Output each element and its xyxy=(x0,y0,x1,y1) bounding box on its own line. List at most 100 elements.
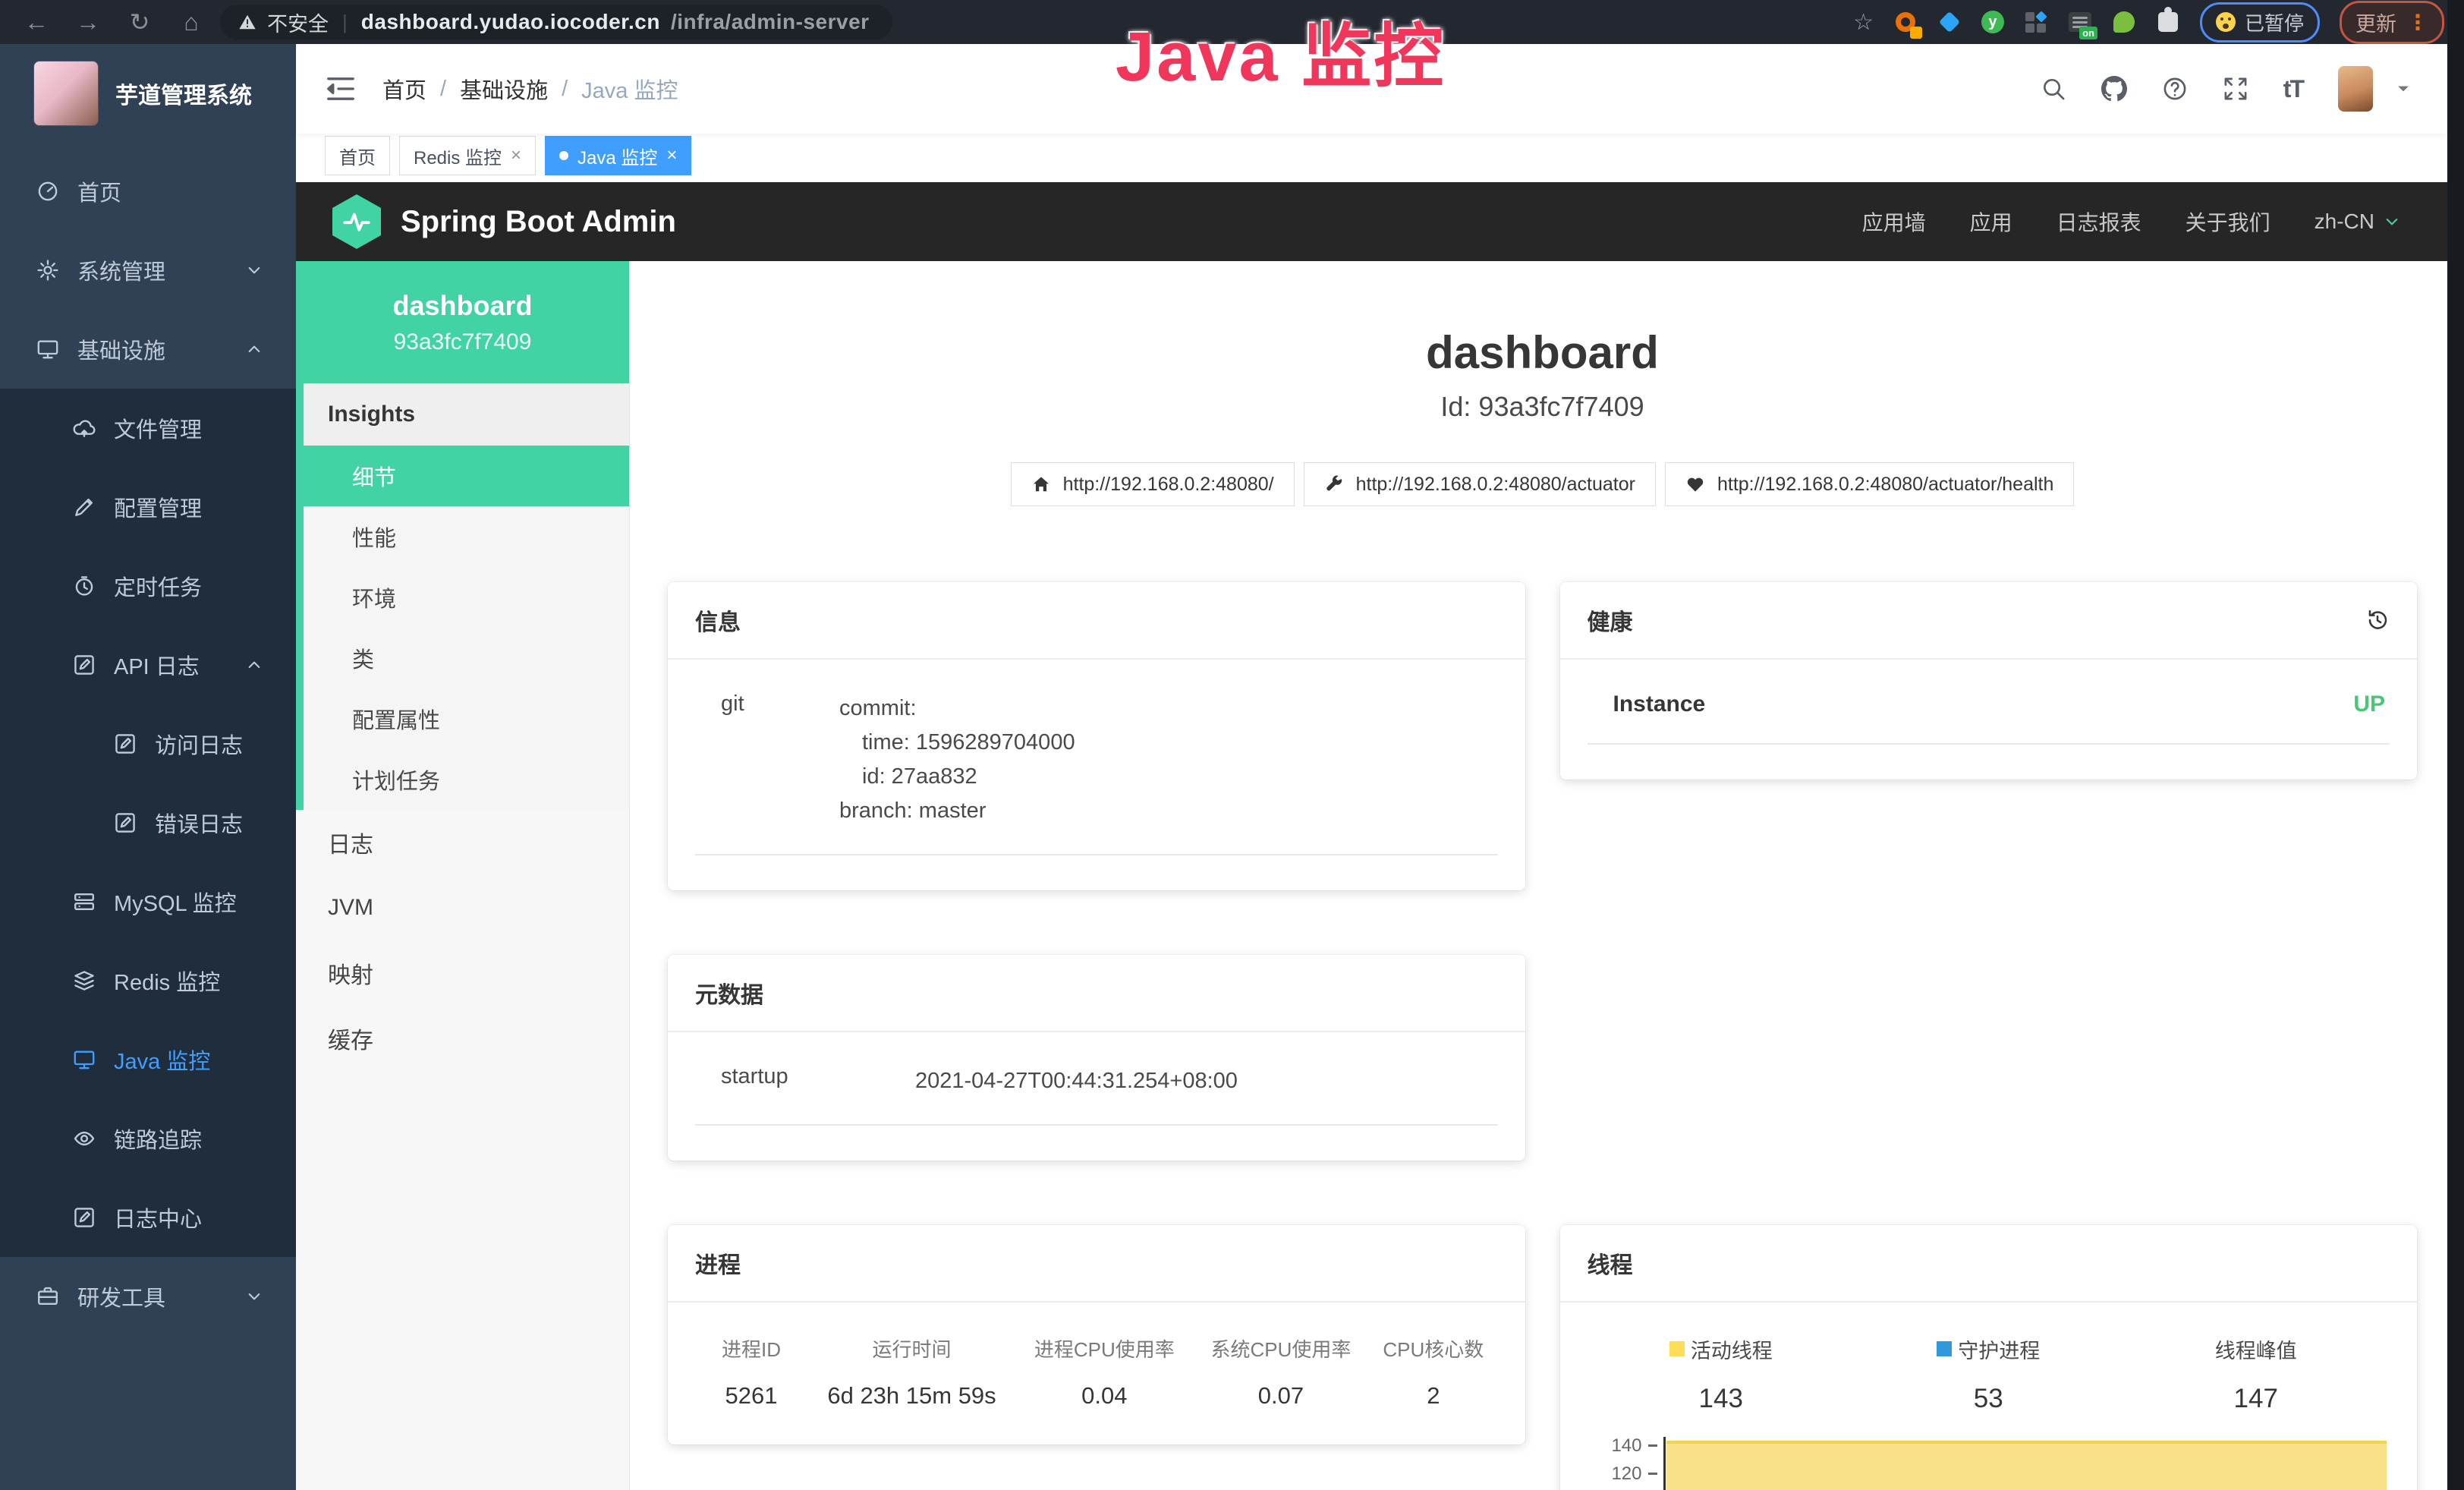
sidebar-item-基础设施[interactable]: 基础设施 xyxy=(0,310,296,389)
update-label: 更新 xyxy=(2355,8,2396,37)
window-scrollbar-strip[interactable] xyxy=(2447,0,2464,1490)
sba-menu-类[interactable]: 类 xyxy=(304,628,629,688)
sidebar-item-Redis-监控[interactable]: Redis 监控 xyxy=(0,941,296,1020)
address-bar[interactable]: 不安全 | dashboard.yudao.iocoder.cn/infra/a… xyxy=(220,5,892,39)
sba-menu-配置属性[interactable]: 配置属性 xyxy=(304,688,629,749)
browser-home-icon[interactable]: ⌂ xyxy=(176,8,206,36)
endpoint-link[interactable]: http://192.168.0.2:48080/ xyxy=(1011,462,1295,506)
sba-content: dashboard Id: 93a3fc7f7409 http://192.16… xyxy=(630,261,2447,1490)
tab-Java-监控[interactable]: Java 监控× xyxy=(545,136,691,175)
sidebar-item-配置管理[interactable]: 配置管理 xyxy=(0,468,296,547)
browser-back-icon[interactable]: ← xyxy=(21,8,52,36)
sba-instance-block[interactable]: dashboard 93a3fc7f7409 xyxy=(296,261,629,383)
git-line: id: 27aa832 xyxy=(839,760,1498,794)
cards-grid: 信息 git commit:time: 1596289704000id: 27a… xyxy=(668,582,2417,1490)
legend-value: 147 xyxy=(2123,1384,2390,1414)
sidebar-item-label: 首页 xyxy=(77,175,121,207)
home-icon xyxy=(1031,474,1051,494)
update-button[interactable]: 更新 ⋮ xyxy=(2340,1,2444,44)
search-icon[interactable] xyxy=(2041,76,2066,102)
breadcrumb-item[interactable]: 首页 xyxy=(382,73,426,105)
sidebar-item-访问日志[interactable]: 访问日志 xyxy=(0,704,296,783)
endpoint-link[interactable]: http://192.168.0.2:48080/actuator xyxy=(1304,462,1656,506)
sidebar-item-文件管理[interactable]: 文件管理 xyxy=(0,389,296,468)
monitor-icon xyxy=(36,338,59,361)
sba-menu-性能[interactable]: 性能 xyxy=(304,506,629,567)
health-card-body: Instance UP xyxy=(1560,660,2418,780)
sidebar-item-MySQL-监控[interactable]: MySQL 监控 xyxy=(0,862,296,941)
process-col-header: 进程ID xyxy=(695,1334,807,1362)
sba-menu-日志[interactable]: 日志 xyxy=(296,810,629,875)
gauge-icon xyxy=(36,180,59,203)
tab-Redis-监控[interactable]: Redis 监控× xyxy=(399,136,536,175)
close-icon[interactable]: × xyxy=(666,145,677,166)
extension-pin-icon[interactable] xyxy=(1937,10,1962,34)
process-col-value: 2 xyxy=(1369,1382,1497,1410)
process-card-body: 进程ID运行时间进程CPU使用率系统CPU使用率CPU核心数52616d 23h… xyxy=(668,1303,1525,1444)
startup-value: 2021-04-27T00:44:31.254+08:00 xyxy=(915,1064,1498,1098)
avatar[interactable] xyxy=(2338,66,2373,112)
browser-reload-icon[interactable]: ↻ xyxy=(124,8,155,36)
endpoint-url: http://192.168.0.2:48080/ xyxy=(1063,474,1274,496)
github-icon[interactable] xyxy=(2101,76,2127,102)
close-icon[interactable]: × xyxy=(511,145,521,166)
fullscreen-icon[interactable] xyxy=(2223,76,2248,102)
extension-list-icon[interactable]: on xyxy=(2068,10,2092,34)
extension-leaf-icon[interactable] xyxy=(2112,10,2136,34)
help-icon[interactable] xyxy=(2162,76,2188,102)
sidebar-item-Java-监控[interactable]: Java 监控 xyxy=(0,1020,296,1099)
sidebar-item-日志中心[interactable]: 日志中心 xyxy=(0,1178,296,1257)
health-card: 健康 Instance UP xyxy=(1560,582,2418,780)
sidebar-item-系统管理[interactable]: 系统管理 xyxy=(0,231,296,310)
active-tab-dot xyxy=(559,151,568,160)
sba-menu-细节[interactable]: 细节 xyxy=(304,446,629,506)
page-subtitle: Id: 93a3fc7f7409 xyxy=(668,391,2417,423)
bookmark-star-icon[interactable]: ☆ xyxy=(1853,9,1874,36)
sba-menu-缓存[interactable]: 缓存 xyxy=(296,1006,629,1071)
process-col-header: 运行时间 xyxy=(807,1334,1016,1362)
extension-y-icon[interactable]: y xyxy=(1981,11,2004,33)
sidebar-item-链路追踪[interactable]: 链路追踪 xyxy=(0,1099,296,1178)
warning-icon[interactable] xyxy=(238,13,256,31)
text-size-icon[interactable]: tT xyxy=(2283,75,2303,103)
sidebar-item-首页[interactable]: 首页 xyxy=(0,152,296,231)
sba-nav-日志报表[interactable]: 日志报表 xyxy=(2056,206,2141,237)
info-card-header: 信息 xyxy=(668,582,1525,660)
emoji-face-icon xyxy=(2216,12,2236,32)
breadcrumb-item[interactable]: 基础设施 xyxy=(460,73,548,105)
sba-menu-计划任务[interactable]: 计划任务 xyxy=(304,749,629,810)
sidebar-fold-icon[interactable] xyxy=(325,73,357,105)
sba-locale-select[interactable]: zh-CN xyxy=(2315,209,2402,234)
endpoint-url: http://192.168.0.2:48080/actuator xyxy=(1356,474,1635,496)
process-col-value: 0.04 xyxy=(1016,1382,1193,1410)
sba-menu-映射[interactable]: 映射 xyxy=(296,940,629,1006)
history-icon[interactable] xyxy=(2365,608,2390,632)
sba-sidebar: dashboard 93a3fc7f7409 Insights 细节性能环境类配… xyxy=(296,261,630,1490)
extension-puzzle-icon[interactable] xyxy=(2156,10,2180,34)
url-separator: | xyxy=(342,11,348,34)
admin-menu: 首页系统管理基础设施文件管理配置管理定时任务API 日志访问日志错误日志 MySQ… xyxy=(0,152,296,1336)
tab-首页[interactable]: 首页 xyxy=(325,136,390,175)
sba-nav-关于我们[interactable]: 关于我们 xyxy=(2186,206,2270,237)
git-key: git xyxy=(695,691,839,828)
health-instance-label: Instance xyxy=(1613,691,1706,717)
y-axis-tick: 140 xyxy=(1588,1437,1657,1455)
paused-badge[interactable]: 已暂停 xyxy=(2200,2,2320,43)
sidebar-item-研发工具[interactable]: 研发工具 xyxy=(0,1257,296,1336)
sba-menu-JVM[interactable]: JVM xyxy=(296,875,629,940)
sidebar-item-label: 错误日志 xyxy=(155,807,243,839)
sba-nav-应用[interactable]: 应用 xyxy=(1970,206,2012,237)
extension-donut-icon[interactable] xyxy=(1893,10,1918,34)
sba-menu-环境[interactable]: 环境 xyxy=(304,567,629,628)
sidebar-item-错误日志[interactable]: 错误日志 xyxy=(0,783,296,862)
endpoint-link[interactable]: http://192.168.0.2:48080/actuator/health xyxy=(1665,462,2074,506)
sidebar-item-API-日志[interactable]: API 日志 xyxy=(0,625,296,704)
sba-nav-应用墙[interactable]: 应用墙 xyxy=(1862,206,1926,237)
extension-grid-icon[interactable] xyxy=(2024,10,2048,34)
browser-forward-icon[interactable]: → xyxy=(73,8,103,36)
sidebar-item-定时任务[interactable]: 定时任务 xyxy=(0,547,296,625)
tab-label: 首页 xyxy=(339,143,376,169)
instance-id: 93a3fc7f7409 xyxy=(394,329,532,355)
user-caret-icon[interactable] xyxy=(2394,80,2412,98)
kebab-menu-icon[interactable]: ⋮ xyxy=(2407,10,2428,35)
